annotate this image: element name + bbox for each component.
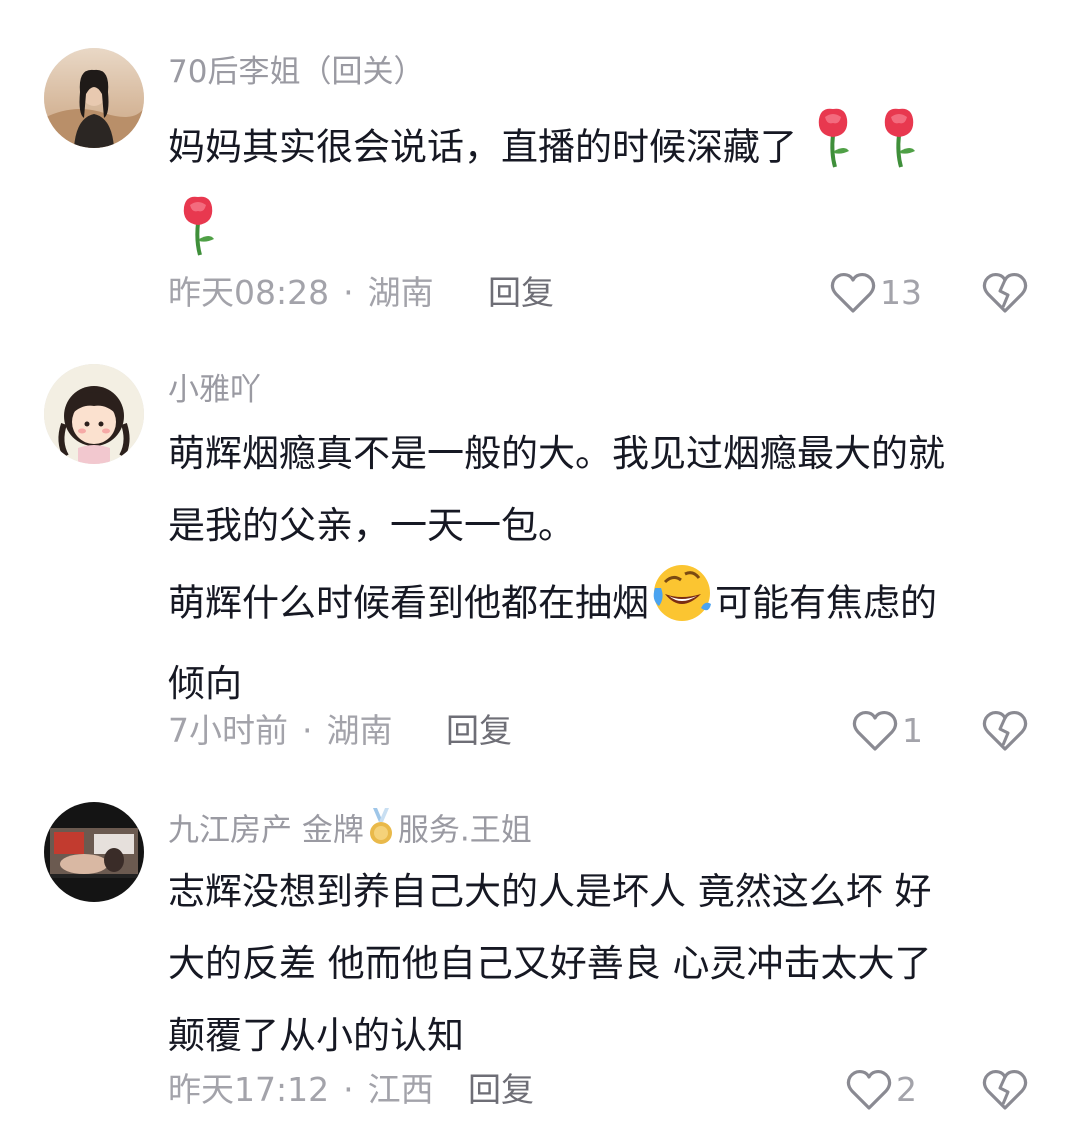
comment-text-line: 可能有焦虑的 — [715, 581, 937, 625]
heart-outline-icon — [846, 1069, 892, 1110]
comment-text-line: 志辉没想到养自己大的人是坏人 竟然这么坏 好 — [168, 870, 932, 913]
comment-meta: 7小时前 · 湖南 回复 1 — [168, 709, 1048, 753]
reply-button[interactable]: 回复 — [468, 1068, 534, 1112]
comment-username[interactable]: 70后李姐（回关） — [168, 52, 424, 92]
avatar[interactable] — [44, 364, 144, 464]
comment-text-line: 大的反差 他而他自己又好善良 心灵冲击太大了 — [168, 942, 932, 985]
heart-outline-icon — [852, 710, 898, 751]
comment-item: 九江房产 金牌 服务.王姐 志辉没想到养自己大的人是坏人 竟然这么坏 好 大的反差… — [0, 780, 1079, 1110]
rolling-laughing-emoji — [651, 562, 713, 648]
dislike-button[interactable] — [982, 271, 1028, 326]
comment-text-line: 妈妈其实很会说话，直播的时候深藏了 — [168, 125, 797, 169]
broken-heart-icon — [982, 710, 1028, 751]
avatar[interactable] — [44, 48, 144, 148]
reply-button[interactable]: 回复 — [488, 271, 554, 315]
dislike-button[interactable] — [982, 709, 1028, 764]
comment-username[interactable]: 小雅吖 — [168, 370, 261, 410]
like-button[interactable]: 1 — [852, 709, 923, 753]
comment-username[interactable]: 九江房产 金牌 服务.王姐 — [168, 808, 532, 856]
reply-button[interactable]: 回复 — [446, 709, 512, 753]
like-count: 13 — [880, 273, 922, 312]
gold-medal-icon — [366, 808, 396, 856]
comment-text: 妈妈其实很会说话，直播的时候深藏了 — [168, 105, 1048, 281]
comment-location: 江西 — [367, 1070, 434, 1109]
comment-text: 萌辉烟瘾真不是一般的大。我见过烟瘾最大的就 是我的父亲，一天一包。 萌辉什么时候… — [168, 418, 1048, 720]
dislike-button[interactable] — [982, 1068, 1028, 1123]
comment-meta: 昨天17:12 · 江西 回复 2 — [168, 1068, 1048, 1112]
comment-time: 7小时前 — [168, 711, 288, 750]
broken-heart-icon — [982, 272, 1028, 313]
rose-emoji — [875, 105, 923, 193]
avatar[interactable] — [44, 802, 144, 902]
broken-heart-icon — [982, 1069, 1028, 1110]
like-count: 1 — [902, 711, 923, 750]
comment-meta: 昨天08:28 · 湖南 回复 13 — [168, 271, 1048, 315]
comment-text-line: 萌辉烟瘾真不是一般的大。我见过烟瘾最大的就 — [168, 432, 945, 475]
comment-text-line: 是我的父亲，一天一包。 — [168, 504, 575, 547]
like-count: 2 — [896, 1070, 917, 1109]
heart-outline-icon — [830, 272, 876, 313]
comment-text: 志辉没想到养自己大的人是坏人 竟然这么坏 好 大的反差 他而他自己又好善良 心灵… — [168, 856, 1048, 1072]
comment-time: 昨天17:12 — [168, 1070, 330, 1109]
comment-location: 湖南 — [367, 273, 434, 312]
comment-item: 小雅吖 萌辉烟瘾真不是一般的大。我见过烟瘾最大的就 是我的父亲，一天一包。 萌辉… — [0, 340, 1079, 780]
comment-time: 昨天08:28 — [168, 273, 330, 312]
like-button[interactable]: 13 — [830, 271, 922, 315]
rose-emoji — [809, 105, 857, 193]
rose-emoji — [174, 193, 222, 281]
comment-text-line: 颠覆了从小的认知 — [168, 1014, 464, 1057]
comment-item: 70后李姐（回关） 妈妈其实很会说话，直播的时候深藏了 昨天08:28 · 湖南 回… — [0, 0, 1079, 340]
comment-location: 湖南 — [326, 711, 393, 750]
comment-text-line: 萌辉什么时候看到他都在抽烟 — [168, 581, 649, 625]
like-button[interactable]: 2 — [846, 1068, 917, 1112]
